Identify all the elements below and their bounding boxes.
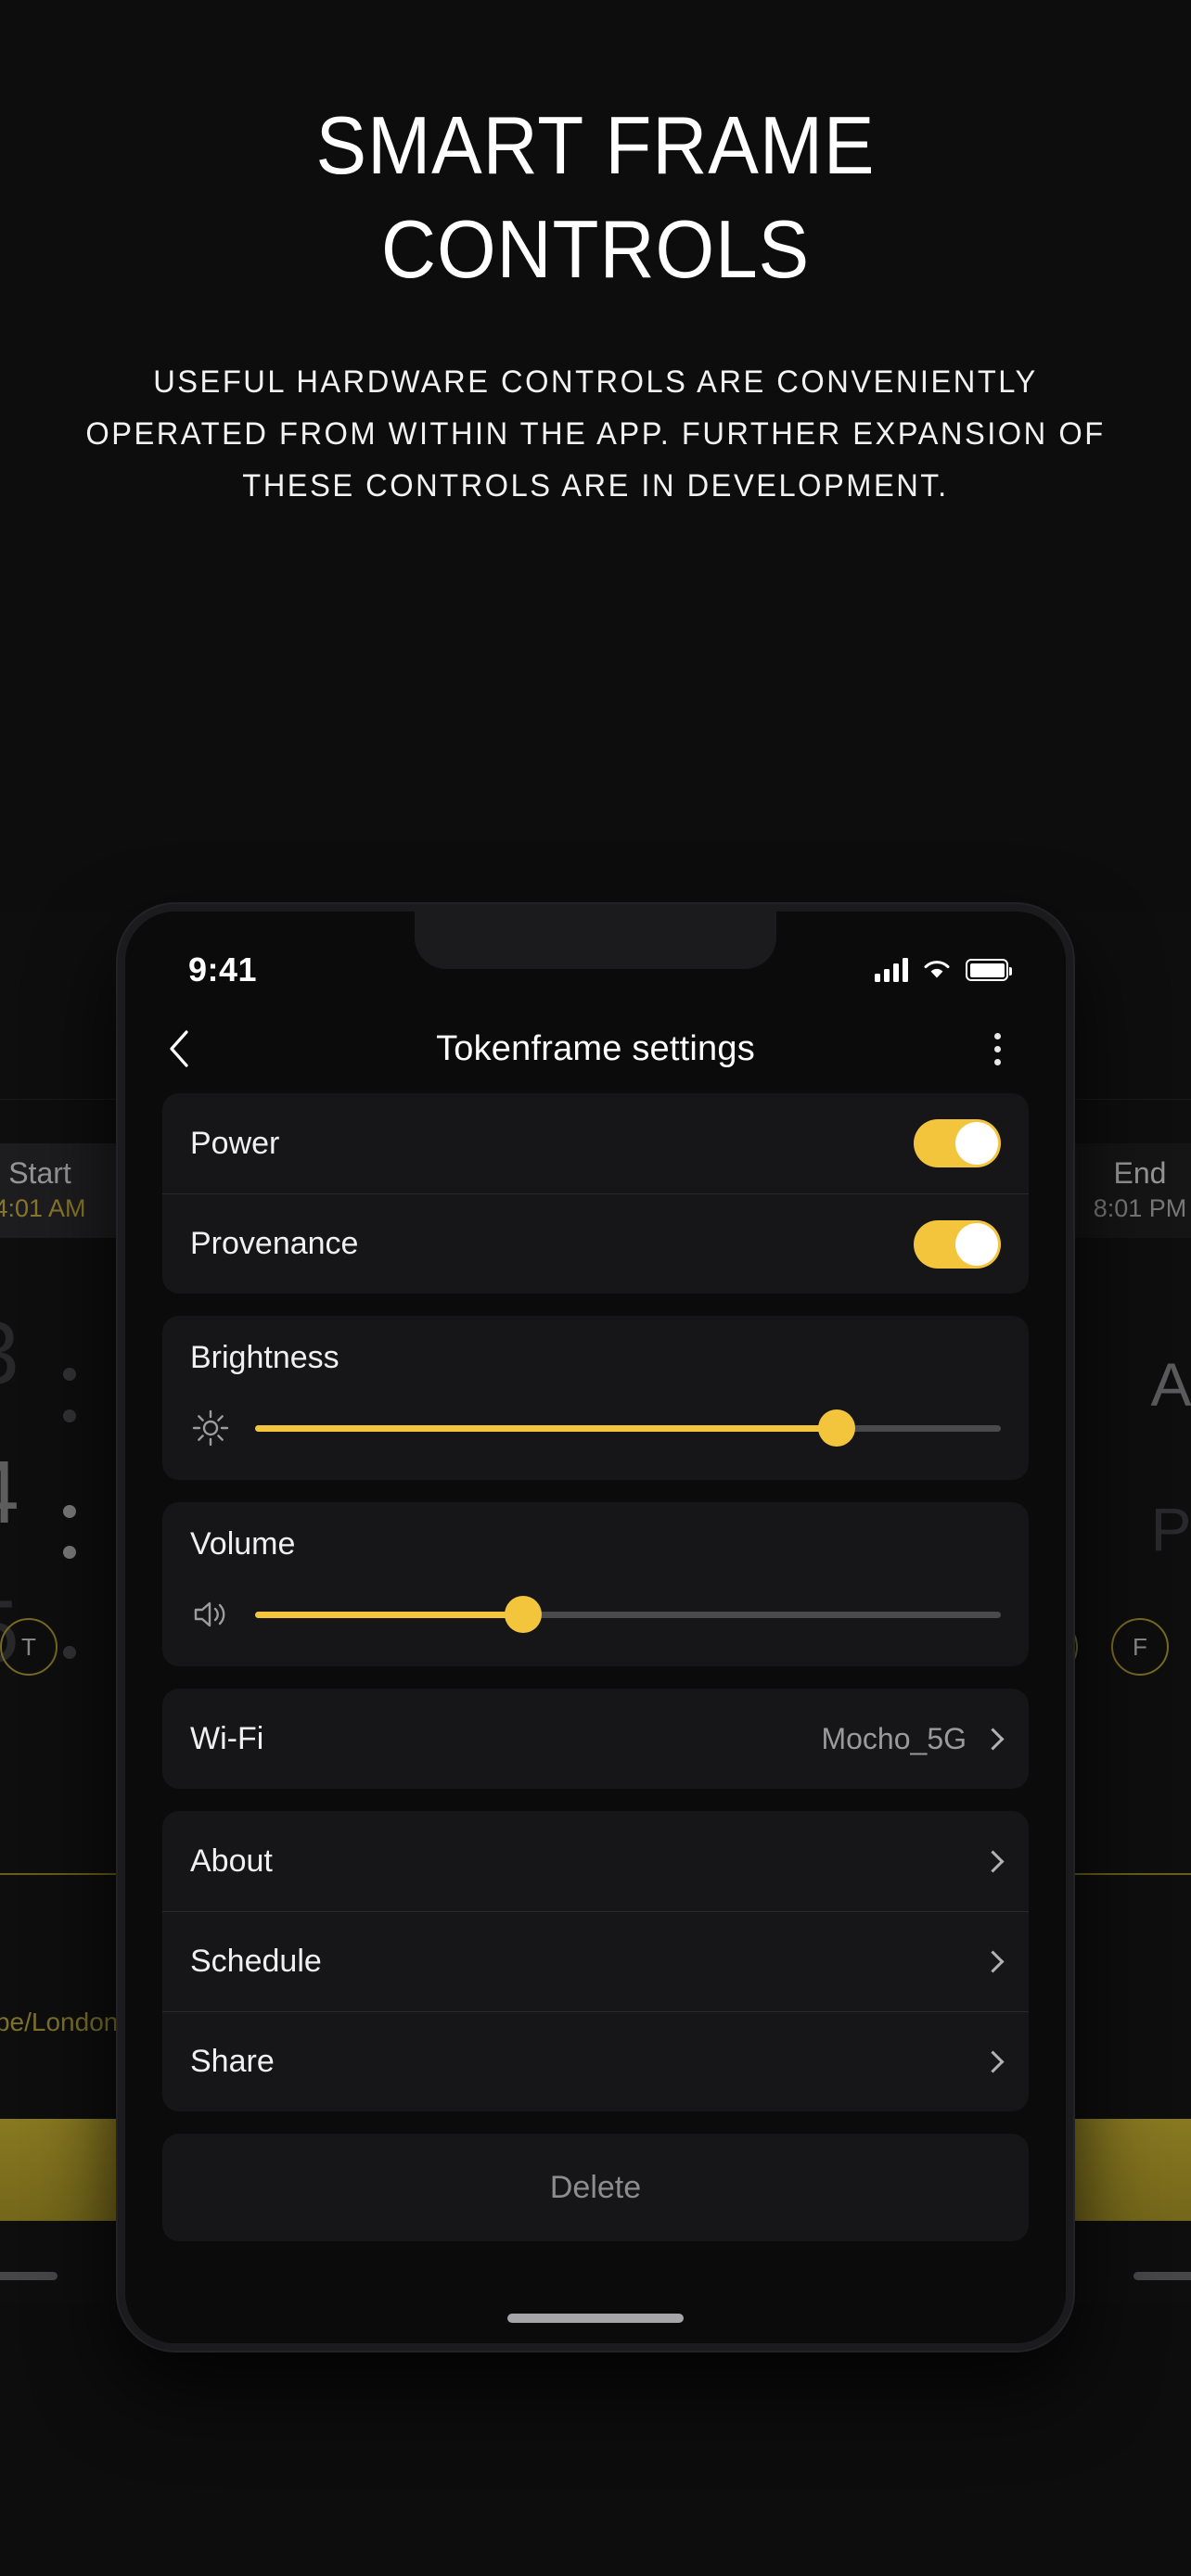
setting-row-power[interactable]: Power [162, 1093, 1029, 1193]
toggle-knob [955, 1222, 998, 1266]
status-bar: 9:41 [125, 912, 1066, 1004]
setting-row-share[interactable]: Share [162, 2011, 1029, 2111]
provenance-label: Provenance [190, 1226, 359, 1261]
home-indicator [507, 2314, 684, 2323]
wifi-right: Mocho_5G [821, 1721, 1005, 1756]
settings-content: Power Provenance Brightness Volume Wi-Fi… [125, 1093, 1066, 2343]
delete-label: Delete [549, 2169, 642, 2205]
power-label: Power [190, 1125, 280, 1161]
chevron-right-icon [981, 1950, 1005, 1973]
setting-row-wifi[interactable]: Wi-Fi Mocho_5G [162, 1689, 1029, 1789]
page-title-line-2: CONTROLS [380, 202, 811, 295]
toggle-group-card: Power Provenance [162, 1093, 1029, 1294]
hero-section: SMART FRAME CONTROLS USEFUL HARDWARE CON… [0, 104, 1191, 512]
colon-dot [63, 1546, 76, 1559]
chevron-right-icon [981, 2050, 1005, 2073]
colon-dot [63, 1505, 76, 1518]
schedule-label: Schedule [190, 1944, 322, 1979]
volume-slider-handle[interactable] [505, 1596, 543, 1633]
volume-fill [255, 1611, 524, 1618]
toggle-knob [955, 1122, 998, 1165]
colon-dot [63, 1368, 76, 1381]
status-bar-clock: 9:41 [188, 950, 258, 988]
device-mockup: 9:41 Tokenframe settings Power Provenanc… [118, 904, 1073, 2351]
home-indicator [0, 2272, 58, 2280]
setting-row-schedule[interactable]: Schedule [162, 1911, 1029, 2011]
chevron-left-icon[interactable] [168, 1029, 220, 1068]
volume-slider[interactable] [255, 1596, 1001, 1633]
volume-card: Volume [162, 1502, 1029, 1666]
speaker-icon [190, 1594, 231, 1635]
brightness-card: Brightness [162, 1316, 1029, 1480]
home-indicator [1133, 2272, 1191, 2280]
day-chip-f[interactable]: F [1111, 1618, 1169, 1676]
colon-dot [63, 1409, 76, 1422]
status-bar-icons [875, 958, 1012, 982]
page-subtitle: USEFUL HARDWARE CONTROLS ARE CONVENIENTL… [85, 363, 1106, 504]
time-zone-value: (GMT +1) Europe/London [0, 2008, 119, 2036]
sun-icon [190, 1408, 231, 1448]
app-screen: 9:41 Tokenframe settings Power Provenanc… [125, 912, 1066, 2343]
wifi-icon [924, 961, 950, 978]
page-header-title: Tokenframe settings [436, 1028, 755, 1068]
volume-slider-row [190, 1594, 1001, 1635]
marketing-page: SMART FRAME CONTROLS USEFUL HARDWARE CON… [0, 0, 1191, 2576]
page-title-line-1: SMART FRAME [315, 99, 876, 191]
brightness-slider-handle[interactable] [818, 1409, 856, 1447]
signal-icon [875, 958, 908, 982]
share-label: Share [190, 2044, 275, 2079]
overflow-menu-icon[interactable] [971, 1032, 1023, 1065]
app-navbar: Tokenframe settings [125, 1004, 1066, 1093]
wifi-label: Wi-Fi [190, 1720, 264, 1756]
day-chip-t[interactable]: T [0, 1618, 58, 1676]
provenance-toggle[interactable] [914, 1219, 1001, 1269]
about-label: About [190, 1843, 273, 1879]
volume-label: Volume [190, 1526, 296, 1562]
brightness-label: Brightness [190, 1340, 339, 1375]
wifi-value: Mocho_5G [821, 1721, 967, 1755]
wifi-card: Wi-Fi Mocho_5G [162, 1689, 1029, 1789]
setting-row-about[interactable]: About [162, 1811, 1029, 1911]
power-toggle[interactable] [914, 1119, 1001, 1167]
brightness-slider[interactable] [255, 1409, 1001, 1447]
page-title: SMART FRAME CONTROLS [42, 104, 1149, 291]
setting-row-provenance[interactable]: Provenance [162, 1193, 1029, 1294]
brightness-fill [255, 1424, 838, 1432]
delete-button[interactable]: Delete [162, 2134, 1029, 2241]
battery-icon [966, 959, 1012, 981]
links-card: About Schedule Share [162, 1811, 1029, 2111]
chevron-right-icon [981, 1849, 1005, 1873]
chevron-right-icon [981, 1727, 1005, 1751]
brightness-slider-row [190, 1408, 1001, 1448]
